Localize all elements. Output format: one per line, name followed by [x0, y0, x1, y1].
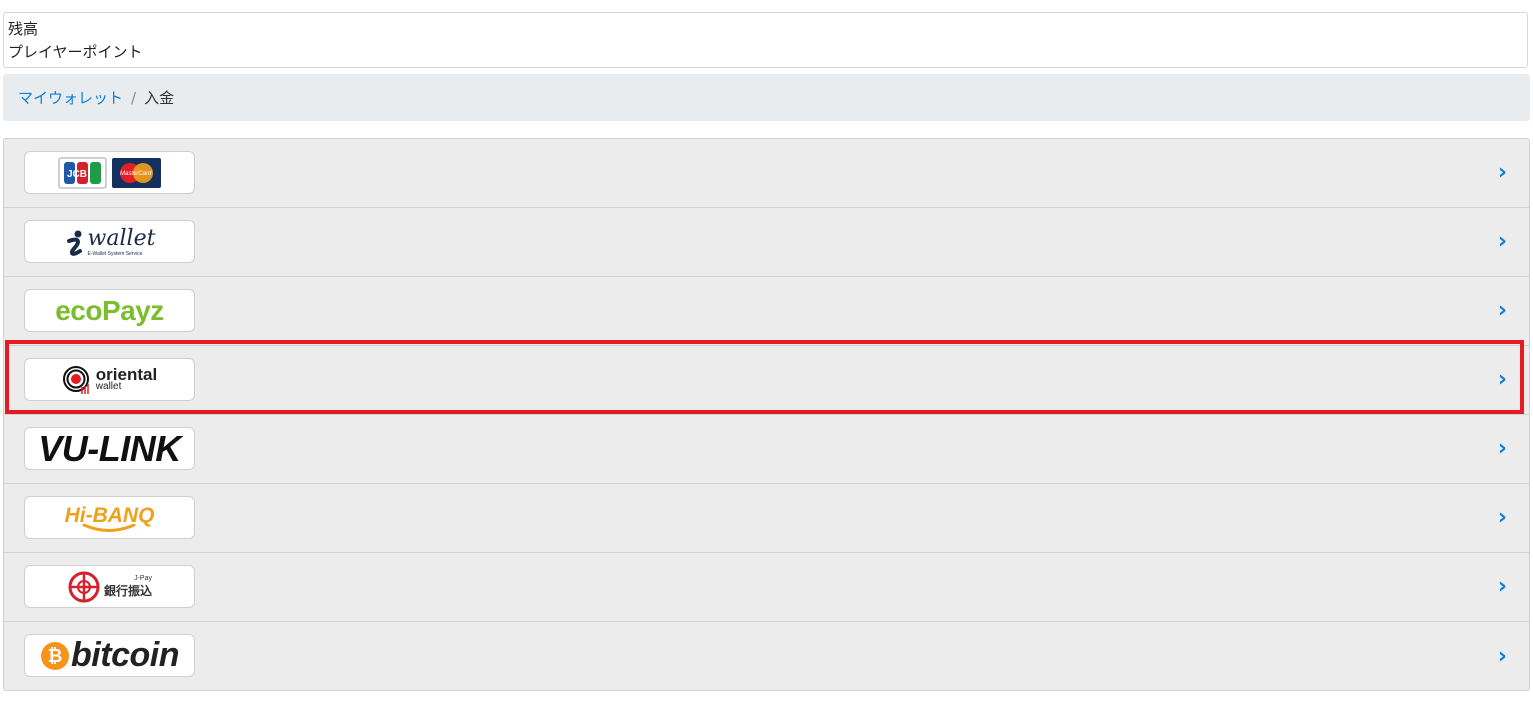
mastercard-text: MasterCard: [120, 171, 152, 177]
breadcrumb-my-wallet-link[interactable]: マイウォレット: [18, 87, 123, 108]
svg-text:₿: ₿: [48, 646, 63, 666]
oriental-text: oriental: [95, 364, 158, 384]
oriental-target-icon: [62, 365, 89, 394]
vu-link-logo: VU-LINK: [24, 427, 195, 470]
iwallet-text: wallet: [87, 226, 156, 251]
chevron-right-icon[interactable]: ›: [1498, 300, 1507, 322]
bitcoin-logo: ₿ bitcoin: [24, 634, 195, 677]
payment-method-bitcoin[interactable]: ₿ bitcoin ›: [4, 622, 1529, 690]
hi-banq-logo: Hi-BANQ: [24, 496, 195, 539]
vu-link-text: VU-LINK: [38, 427, 181, 469]
chevron-right-icon[interactable]: ›: [1498, 438, 1507, 460]
hi-banq-smile-icon: [82, 523, 136, 532]
oriental-subtext: wallet: [95, 380, 122, 392]
payment-method-oriental-wallet[interactable]: oriental wallet ›: [4, 346, 1529, 415]
payment-method-list: JCB MasterCard › wallet E-Wallet System …: [3, 138, 1530, 691]
bitcoin-text: bitcoin: [71, 636, 179, 674]
bitcoin-coin-icon: ₿: [41, 641, 70, 670]
jpay-globe-icon: [68, 571, 100, 602]
payment-method-vu-link[interactable]: VU-LINK ›: [4, 415, 1529, 484]
player-points-label: プレイヤーポイント: [8, 43, 143, 61]
breadcrumb-current: 入金: [144, 89, 175, 107]
jcb-mastercard-logo-icon: JCB MasterCard: [58, 157, 161, 188]
payment-method-hi-banq[interactable]: Hi-BANQ ›: [4, 484, 1529, 553]
chevron-right-icon[interactable]: ›: [1498, 507, 1507, 529]
iwallet-subtext: E-Wallet System Service: [87, 251, 143, 257]
card-logo: JCB MasterCard: [24, 151, 195, 194]
balance-panel: 残高 プレイヤーポイント: [3, 12, 1528, 68]
payment-method-bank-transfer[interactable]: J-Pay 銀行振込 ›: [4, 553, 1529, 622]
balance-label: 残高: [8, 20, 39, 38]
chevron-right-icon[interactable]: ›: [1498, 576, 1507, 598]
iwallet-logo: wallet E-Wallet System Service: [24, 220, 195, 263]
jpay-text: J-Pay: [134, 574, 152, 582]
chevron-right-icon[interactable]: ›: [1498, 645, 1507, 668]
breadcrumb-separator: /: [131, 88, 137, 107]
payment-method-ecopayz[interactable]: ecoPayz ›: [4, 277, 1529, 346]
ecopayz-logo: ecoPayz: [24, 289, 195, 332]
iwallet-i-icon: [66, 230, 82, 256]
chevron-right-icon[interactable]: ›: [1498, 231, 1507, 253]
jcb-text: JCB: [67, 169, 87, 180]
chevron-right-icon[interactable]: ›: [1498, 369, 1507, 391]
breadcrumb: マイウォレット / 入金: [3, 74, 1530, 121]
ecopayz-text: ecoPayz: [55, 294, 164, 326]
chevron-right-icon[interactable]: ›: [1498, 162, 1507, 184]
bank-transfer-logo: J-Pay 銀行振込: [24, 565, 195, 608]
payment-method-card[interactable]: JCB MasterCard ›: [4, 139, 1529, 208]
oriental-wallet-logo: oriental wallet: [24, 358, 195, 401]
payment-method-iwallet[interactable]: wallet E-Wallet System Service ›: [4, 208, 1529, 277]
bank-transfer-text: 銀行振込: [103, 583, 152, 598]
